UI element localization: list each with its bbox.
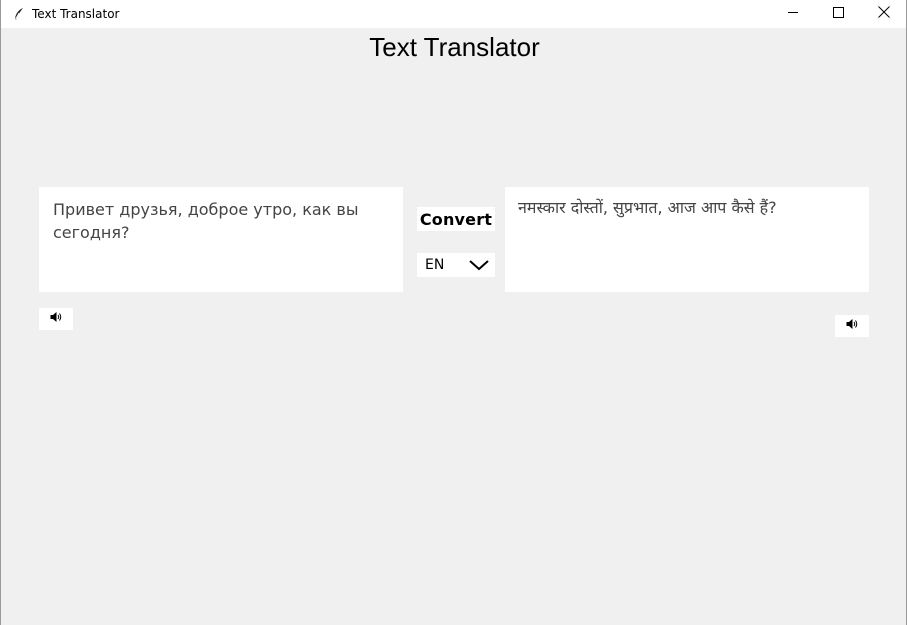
window-controls xyxy=(771,0,906,28)
maximize-button[interactable] xyxy=(816,0,861,28)
close-button[interactable] xyxy=(861,0,906,28)
translated-text-output: नमस्कार दोस्तों, सुप्रभात, आज आप कैसे है… xyxy=(505,187,869,292)
speak-output-button[interactable] xyxy=(835,315,869,337)
title-bar: Text Translator xyxy=(1,0,906,28)
language-select[interactable]: EN xyxy=(417,253,495,277)
close-icon xyxy=(877,5,890,23)
minimize-icon xyxy=(788,5,799,23)
feather-icon xyxy=(12,7,26,21)
source-text-input[interactable]: Привет друзья, доброе утро, как вы сегод… xyxy=(39,187,403,292)
maximize-icon xyxy=(833,5,844,23)
app-window: Text Translator Text Translator Привет д… xyxy=(0,0,907,625)
speak-source-button[interactable] xyxy=(39,308,73,330)
minimize-button[interactable] xyxy=(771,0,816,28)
language-selected-value: EN xyxy=(425,257,445,273)
speaker-icon xyxy=(846,317,858,335)
convert-button[interactable]: Convert xyxy=(417,207,495,231)
window-title: Text Translator xyxy=(32,7,120,21)
page-title: Text Translator xyxy=(369,32,540,62)
chevron-down-icon xyxy=(469,259,489,275)
speaker-icon xyxy=(50,310,62,328)
